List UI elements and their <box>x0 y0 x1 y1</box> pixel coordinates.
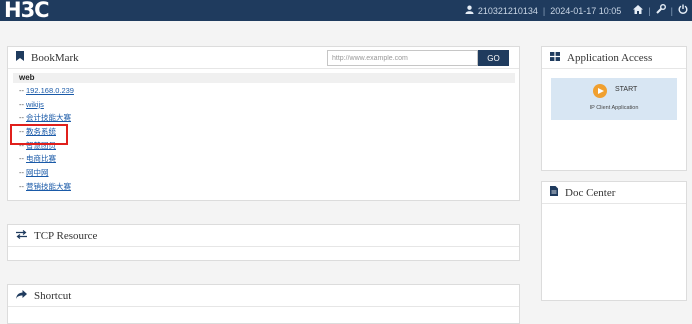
list-item: -- 电商比赛 <box>19 154 56 164</box>
ip-client-tile[interactable]: START IP Client Application <box>551 78 677 120</box>
top-header: H3C 210321210134 | 2024-01-17 10:05 | | <box>0 0 692 21</box>
bookmark-link[interactable]: 会计技能大赛 <box>26 113 71 122</box>
list-item: -- 教务系统 <box>19 127 56 137</box>
separator: | <box>542 5 546 16</box>
list-item: -- 192.168.0.239 <box>19 86 74 95</box>
list-item: -- 营销技能大赛 <box>19 181 71 191</box>
bookmark-body: web -- 192.168.0.239 -- wikijs -- 会计技能大赛 --… <box>8 69 519 194</box>
application-access-panel: Application Access START IP Client Appli… <box>541 46 687 171</box>
doc-center-panel: Doc Center <box>541 181 687 301</box>
bookmark-link[interactable]: wikijs <box>26 100 44 109</box>
bookmark-link[interactable]: 网中网 <box>26 168 49 177</box>
home-icon[interactable] <box>633 4 644 17</box>
datetime: 2024-01-17 10:05 <box>550 5 622 16</box>
bookmark-search: GO <box>327 50 509 66</box>
bookmark-link[interactable]: 营销技能大赛 <box>26 182 71 191</box>
username: 210321210134 <box>477 5 538 16</box>
list-item: -- 网中网 <box>19 168 49 178</box>
list-item: -- wikijs <box>19 99 44 109</box>
bookmark-link[interactable]: 电商比赛 <box>26 154 56 163</box>
shortcut-panel: Shortcut <box>7 284 520 324</box>
power-icon[interactable] <box>678 4 688 17</box>
play-icon <box>593 84 607 98</box>
list-item: -- 会计技能大赛 <box>19 113 71 123</box>
grid-icon <box>550 51 560 64</box>
header-right: 210321210134 | 2024-01-17 10:05 | | <box>465 0 688 21</box>
url-input[interactable] <box>327 50 478 66</box>
doc-center-header: Doc Center <box>542 182 686 204</box>
bookmark-link[interactable]: 192.168.0.239 <box>26 86 74 95</box>
bookmark-group-web: web <box>13 73 515 83</box>
separator: | <box>670 5 673 16</box>
app-access-title: Application Access <box>567 51 653 64</box>
bookmark-title: BookMark <box>31 51 79 64</box>
app-access-header: Application Access <box>542 47 686 69</box>
user-icon <box>465 5 474 17</box>
h3c-logo: H3C <box>4 0 50 22</box>
exchange-icon <box>16 229 27 242</box>
wrench-icon[interactable] <box>655 4 666 17</box>
tcp-resource-panel: TCP Resource <box>7 224 520 261</box>
bookmark-panel: BookMark GO web --192.168.0.239 --wikijs… <box>7 46 520 201</box>
doc-center-title: Doc Center <box>565 186 616 199</box>
start-label: START <box>615 86 638 93</box>
document-icon <box>550 186 558 199</box>
tcp-header: TCP Resource <box>8 225 519 247</box>
go-button[interactable]: GO <box>478 50 509 66</box>
shortcut-title: Shortcut <box>34 289 72 302</box>
shortcut-header: Shortcut <box>8 285 519 307</box>
separator: | <box>648 5 651 16</box>
highlight-box <box>10 124 68 145</box>
client-label: IP Client Application <box>589 105 639 111</box>
bookmark-list: -- 192.168.0.239 -- wikijs -- 会计技能大赛 -- 教务系统… <box>13 84 514 194</box>
list-item: -- 智慧团员 <box>19 140 56 150</box>
tcp-title: TCP Resource <box>34 229 98 242</box>
share-icon <box>16 289 27 302</box>
bookmark-icon <box>16 51 24 64</box>
